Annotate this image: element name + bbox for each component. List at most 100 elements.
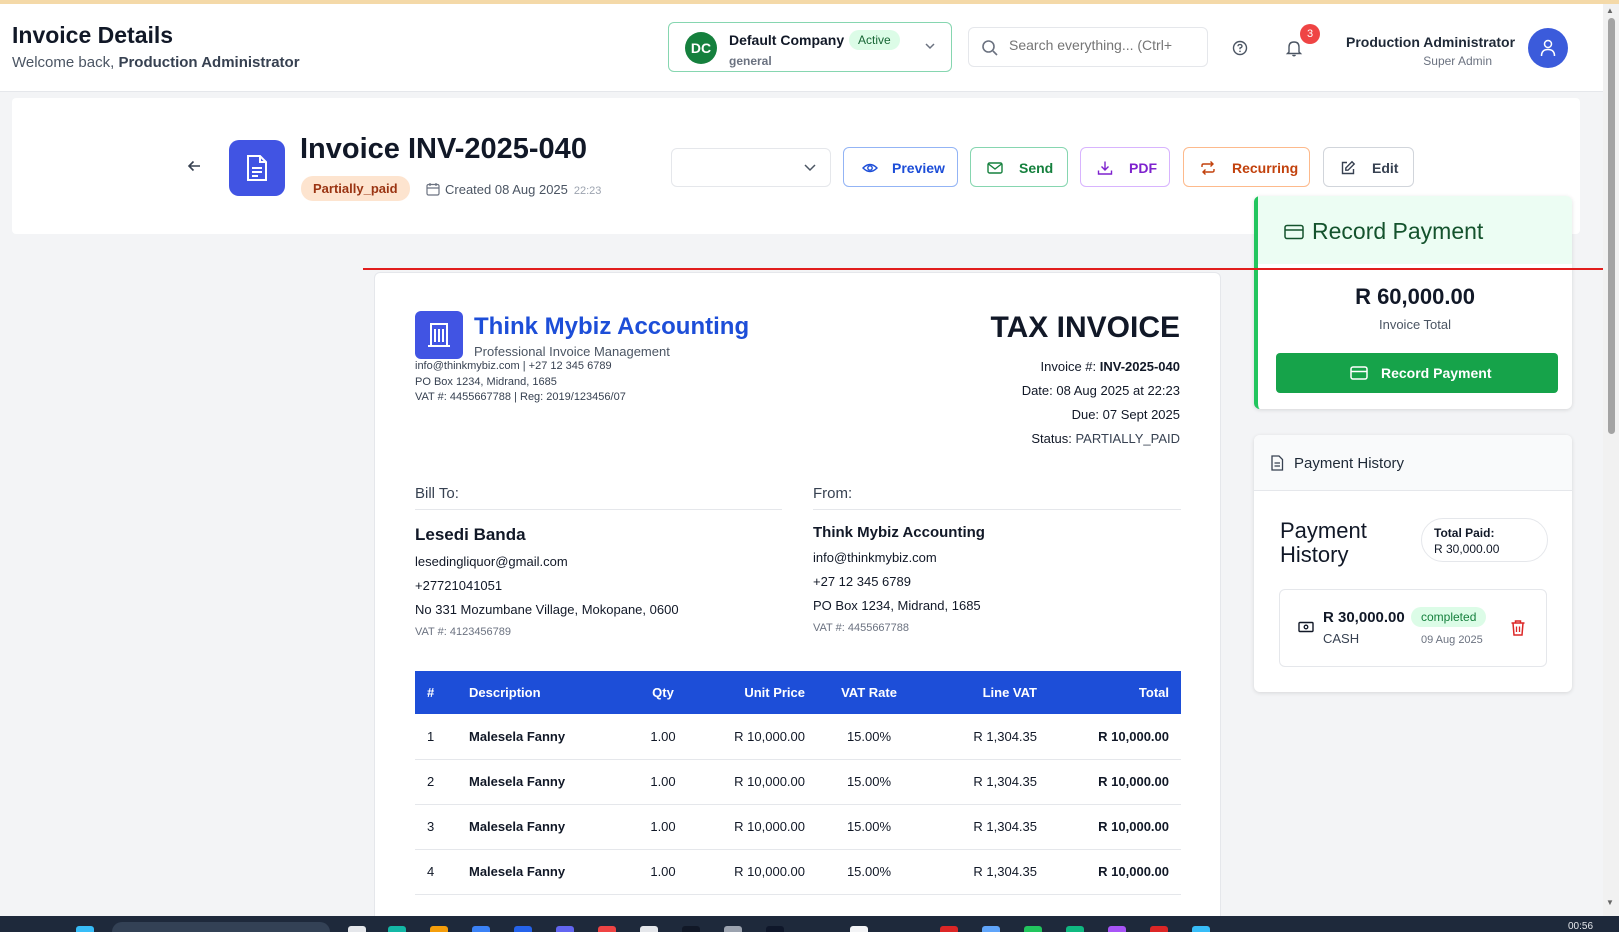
line-items-table: # Description Qty Unit Price VAT Rate Li… bbox=[415, 671, 1181, 895]
row-vat-rate: 15.00% bbox=[817, 759, 921, 805]
back-arrow-icon[interactable] bbox=[186, 158, 202, 174]
taskbar-app-icon[interactable] bbox=[556, 926, 574, 932]
record-payment-card: Record Payment R 60,000.00 Invoice Total… bbox=[1254, 196, 1572, 409]
taskbar-app-icon[interactable] bbox=[724, 926, 742, 932]
row-line-vat: R 1,304.35 bbox=[921, 714, 1049, 760]
edit-button[interactable]: Edit bbox=[1323, 147, 1414, 187]
business-logo bbox=[415, 311, 463, 359]
help-icon[interactable] bbox=[1232, 40, 1248, 56]
taskbar-app-icon[interactable] bbox=[430, 926, 448, 932]
taskbar-app-icon[interactable] bbox=[472, 926, 490, 932]
bill-to-address: No 331 Mozumbane Village, Mokopane, 0600 bbox=[415, 602, 679, 617]
eye-icon bbox=[862, 163, 878, 173]
taskbar-clock: 00:56 bbox=[1568, 921, 1594, 932]
column-header: # bbox=[415, 671, 457, 714]
row-vat-rate: 15.00% bbox=[817, 849, 921, 895]
payment-history-heading: Payment History bbox=[1280, 518, 1367, 567]
row-number: 3 bbox=[415, 804, 457, 850]
taskbar-app-icon[interactable] bbox=[598, 926, 616, 932]
search-input[interactable] bbox=[1009, 37, 1199, 53]
invoice-number-label: Invoice #: bbox=[1040, 359, 1100, 374]
taskbar-app-icon[interactable] bbox=[388, 926, 406, 932]
from-name: Think Mybiz Accounting bbox=[813, 524, 985, 541]
user-role: Super Admin bbox=[1423, 54, 1492, 68]
table-row: 2 Malesela Fanny 1.00 R 10,000.00 15.00%… bbox=[415, 759, 1181, 805]
taskbar-search[interactable] bbox=[112, 922, 330, 932]
trash-icon[interactable] bbox=[1510, 619, 1526, 637]
taskbar-app-icon[interactable] bbox=[940, 926, 958, 932]
row-qty: 1.00 bbox=[627, 714, 699, 760]
column-header: Line VAT bbox=[921, 671, 1049, 714]
payment-method: CASH bbox=[1323, 631, 1360, 646]
global-search[interactable] bbox=[968, 27, 1208, 67]
row-unit-price: R 10,000.00 bbox=[699, 849, 817, 895]
tax-invoice-heading: TAX INVOICE bbox=[990, 311, 1180, 344]
row-unit-price: R 10,000.00 bbox=[699, 759, 817, 805]
from-email: info@thinkmybiz.com bbox=[813, 550, 937, 565]
top-header: Invoice Details Welcome back, Production… bbox=[0, 4, 1603, 92]
scroll-down-arrow[interactable]: ▼ bbox=[1606, 898, 1614, 907]
record-payment-button[interactable]: Record Payment bbox=[1276, 353, 1558, 393]
taskbar-app-icon[interactable] bbox=[982, 926, 1000, 932]
taskbar-app-icon[interactable] bbox=[682, 926, 700, 932]
calendar-icon bbox=[426, 183, 440, 196]
table-header-row: # Description Qty Unit Price VAT Rate Li… bbox=[415, 671, 1181, 714]
business-address: PO Box 1234, Midrand, 1685 bbox=[415, 376, 557, 388]
document-icon bbox=[247, 155, 267, 181]
row-line-vat: R 1,304.35 bbox=[921, 804, 1049, 850]
payment-date: 09 Aug 2025 bbox=[1421, 634, 1483, 646]
recurring-label: Recurring bbox=[1232, 160, 1299, 176]
taskbar-app-icon[interactable] bbox=[1108, 926, 1126, 932]
row-description: Malesela Fanny bbox=[457, 759, 627, 805]
status-label: Status: bbox=[1031, 431, 1076, 446]
taskbar-app-icon[interactable] bbox=[766, 926, 784, 932]
invoice-date: Date: 08 Aug 2025 at 22:23 bbox=[1021, 383, 1180, 398]
payment-history-card: Payment History Payment History Total Pa… bbox=[1254, 435, 1572, 692]
business-tagline: Professional Invoice Management bbox=[474, 344, 670, 359]
taskbar-app-icon[interactable] bbox=[1150, 926, 1168, 932]
pdf-button[interactable]: PDF bbox=[1080, 147, 1170, 187]
business-registration: VAT #: 4455667788 | Reg: 2019/123456/07 bbox=[415, 391, 626, 403]
taskbar-app-icon[interactable] bbox=[640, 926, 658, 932]
scroll-up-arrow[interactable]: ▲ bbox=[1606, 6, 1614, 15]
business-contact: info@thinkmybiz.com | +27 12 345 6789 bbox=[415, 360, 612, 372]
row-description: Malesela Fanny bbox=[457, 849, 627, 895]
recurring-button[interactable]: Recurring bbox=[1183, 147, 1310, 187]
payment-status-badge: completed bbox=[1411, 607, 1487, 627]
red-guide-line bbox=[363, 268, 1603, 270]
column-header: Total bbox=[1049, 671, 1181, 714]
column-header: VAT Rate bbox=[817, 671, 921, 714]
repeat-icon bbox=[1201, 161, 1215, 175]
bill-to-email: lesedingliquor@gmail.com bbox=[415, 554, 568, 569]
invoice-total-label: Invoice Total bbox=[1378, 317, 1452, 332]
row-unit-price: R 10,000.00 bbox=[699, 714, 817, 760]
invoice-due-date: Due: 07 Sept 2025 bbox=[1071, 407, 1180, 422]
pdf-label: PDF bbox=[1129, 160, 1157, 176]
scrollbar-thumb[interactable] bbox=[1608, 18, 1615, 434]
taskbar-app-icon[interactable] bbox=[348, 926, 366, 932]
bill-to-vat: VAT #: 4123456789 bbox=[415, 626, 512, 638]
row-total: R 10,000.00 bbox=[1049, 714, 1181, 760]
taskbar-app-icon[interactable] bbox=[1066, 926, 1084, 932]
status-select[interactable] bbox=[671, 148, 831, 187]
search-icon bbox=[982, 40, 998, 56]
taskbar-app-icon[interactable] bbox=[1024, 926, 1042, 932]
chevron-down-icon bbox=[925, 43, 935, 50]
taskbar-app-icon[interactable] bbox=[514, 926, 532, 932]
mail-icon bbox=[987, 162, 1003, 174]
send-button[interactable]: Send bbox=[970, 147, 1068, 187]
payment-entry: R 30,000.00 CASH completed 09 Aug 2025 bbox=[1279, 589, 1547, 667]
preview-button[interactable]: Preview bbox=[843, 147, 958, 187]
row-line-vat: R 1,304.35 bbox=[921, 759, 1049, 805]
bell-icon[interactable] bbox=[1284, 38, 1304, 58]
taskbar-app-icon[interactable] bbox=[850, 926, 868, 932]
edit-label: Edit bbox=[1372, 160, 1399, 176]
welcome-user: Production Administrator bbox=[118, 54, 300, 71]
column-header: Qty bbox=[627, 671, 699, 714]
taskbar-app-icon[interactable] bbox=[1192, 926, 1210, 932]
user-avatar[interactable] bbox=[1528, 28, 1568, 68]
company-switcher[interactable]: DC Default Company Active general bbox=[668, 22, 952, 72]
business-name: Think Mybiz Accounting bbox=[474, 313, 750, 340]
payment-history-card-title: Payment History bbox=[1294, 455, 1405, 472]
start-icon[interactable] bbox=[76, 926, 94, 932]
